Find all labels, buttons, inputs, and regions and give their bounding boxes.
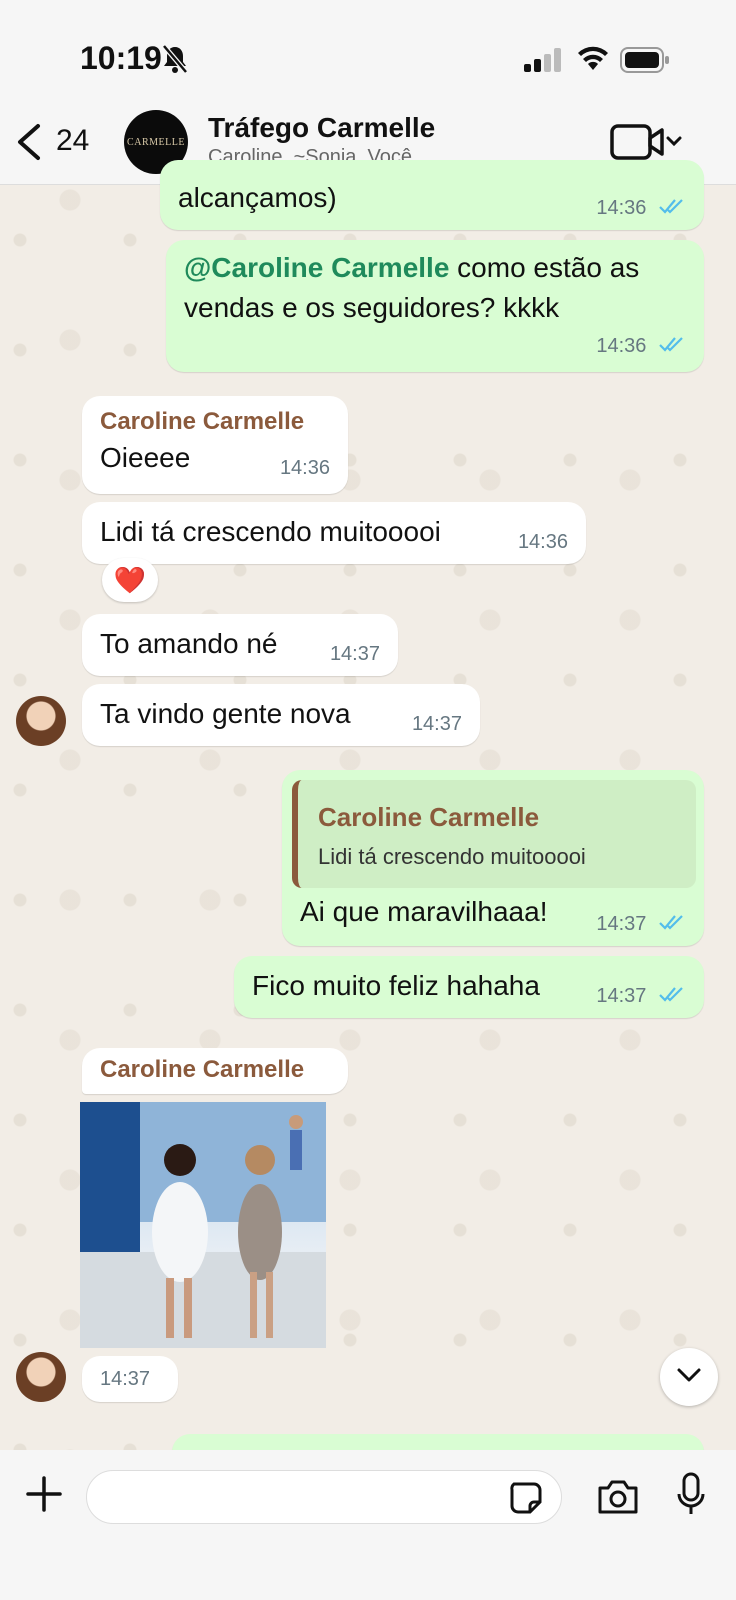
message-text: To amando né: [100, 628, 278, 659]
message-time-text: 14:37: [596, 912, 647, 935]
wifi-icon: [576, 44, 610, 77]
sender-avatar[interactable]: [16, 1352, 66, 1402]
message-text: Lidi tá crescendo muitooooi: [100, 516, 441, 547]
message-text: Ta vindo gente nova: [100, 698, 351, 729]
battery-icon: [620, 46, 670, 79]
message-time: 14:36: [517, 531, 568, 553]
mention-link[interactable]: @Caroline Carmelle: [184, 252, 449, 283]
sticker-icon[interactable]: [508, 1480, 544, 1521]
message-time: 14:36: [596, 335, 686, 358]
chevron-down-icon: [676, 1367, 702, 1388]
message-outgoing[interactable]: Fico muito feliz hahaha 14:37: [234, 956, 704, 1018]
status-time: 10:19: [80, 40, 162, 76]
message-incoming[interactable]: Lidi tá crescendo muitooooi 14:36: [82, 502, 586, 564]
message-text: Oieeee: [100, 442, 191, 473]
scroll-down-button[interactable]: [660, 1348, 718, 1406]
media-time-bubble: 14:37: [82, 1356, 178, 1402]
message-outgoing-reply[interactable]: Caroline Carmelle Lidi tá crescendo muit…: [282, 770, 704, 946]
media-sender-header: Caroline Carmelle: [82, 1048, 348, 1094]
message-time: 14:37: [596, 913, 686, 936]
read-receipt-icon: [658, 197, 686, 220]
message-input[interactable]: [86, 1470, 562, 1524]
read-receipt-icon: [658, 335, 686, 358]
back-chevron-icon[interactable]: [14, 122, 44, 167]
composer-bar: [0, 1450, 736, 1600]
message-text: Ai que maravilhaaa!: [300, 896, 548, 927]
camera-icon[interactable]: [596, 1476, 640, 1521]
message-time: 14:37: [329, 643, 380, 665]
message-outgoing[interactable]: @Caroline Carmelle como estão as vendas …: [166, 240, 704, 372]
unread-count[interactable]: 24: [56, 124, 89, 158]
message-time: 14:37: [100, 1368, 151, 1390]
sender-name[interactable]: Caroline Carmelle: [100, 408, 304, 436]
plus-icon[interactable]: [24, 1474, 64, 1519]
message-incoming[interactable]: Caroline Carmelle Oieeee 14:36: [82, 396, 348, 494]
sender-avatar[interactable]: [16, 696, 66, 746]
message-time-text: 14:36: [596, 334, 647, 357]
message-time-text: 14:36: [596, 196, 647, 219]
message-incoming[interactable]: Ta vindo gente nova 14:37: [82, 684, 480, 746]
message-incoming[interactable]: To amando né 14:37: [82, 614, 398, 676]
quoted-message[interactable]: Caroline Carmelle Lidi tá crescendo muit…: [292, 780, 696, 888]
message-outgoing[interactable]: alcançamos) 14:36: [160, 160, 704, 230]
gif-media[interactable]: [80, 1102, 326, 1348]
sender-name[interactable]: Caroline Carmelle: [100, 1056, 304, 1084]
message-text: Fico muito feliz hahaha: [252, 970, 540, 1001]
read-receipt-icon: [658, 913, 686, 936]
quoted-text: Lidi tá crescendo muitooooi: [318, 844, 586, 869]
message-text: alcançamos): [178, 182, 337, 213]
silent-bell-icon: [162, 44, 188, 79]
microphone-icon[interactable]: [676, 1472, 706, 1523]
reaction-heart[interactable]: ❤️: [102, 558, 158, 602]
group-title[interactable]: Tráfego Carmelle: [208, 112, 435, 144]
message-time: 14:36: [596, 197, 686, 220]
heart-emoji: ❤️: [113, 564, 147, 595]
message-time: 14:37: [596, 985, 686, 1008]
cellular-signal-icon: [524, 48, 564, 77]
message-text: @Caroline Carmelle como estão as vendas …: [184, 248, 684, 328]
message-time-text: 14:37: [596, 984, 647, 1007]
quoted-sender: Caroline Carmelle: [318, 802, 540, 832]
read-receipt-icon: [658, 985, 686, 1008]
status-bar: 10:19: [0, 0, 736, 100]
message-time: 14:36: [279, 457, 330, 479]
message-time: 14:37: [411, 713, 462, 735]
